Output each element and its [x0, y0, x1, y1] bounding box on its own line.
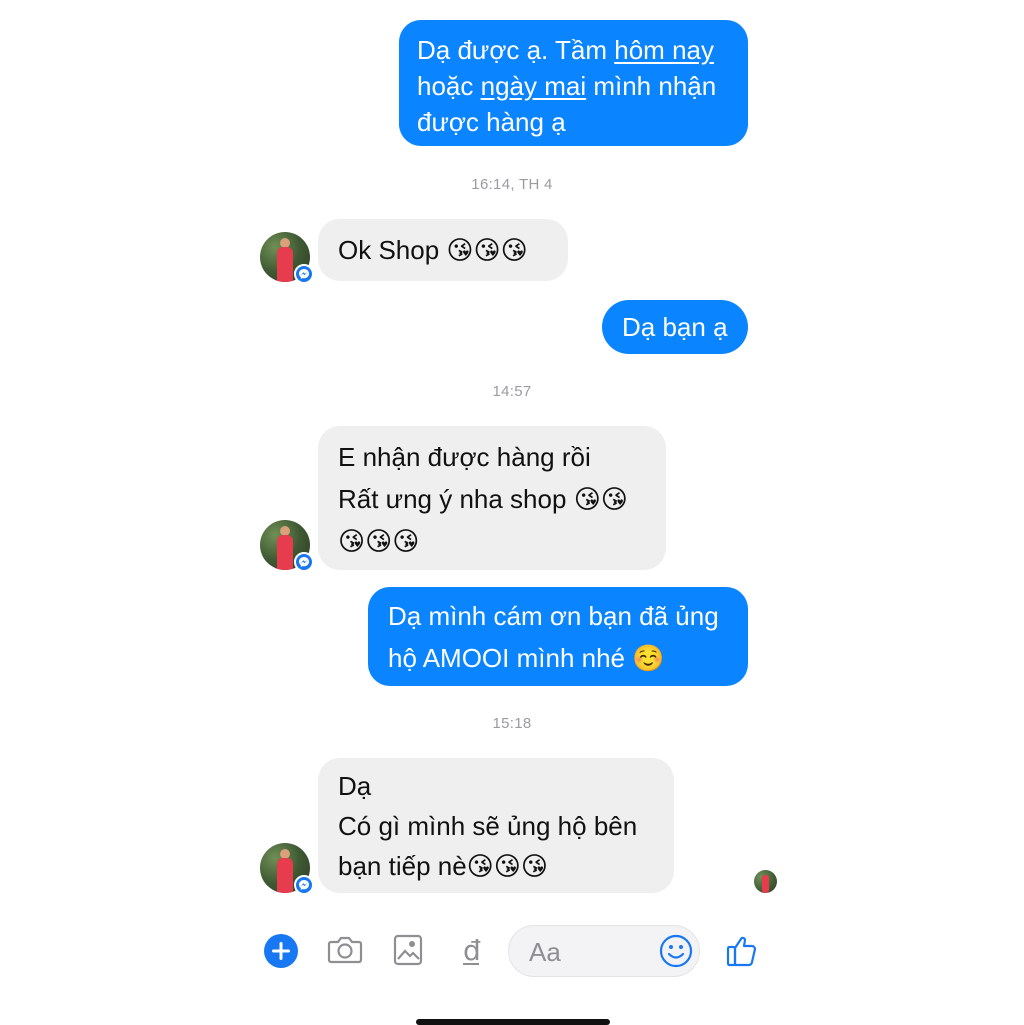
message-input[interactable]: Aa: [508, 925, 700, 977]
outgoing-message[interactable]: Dạ được ạ. Tầm hôm nay hoặc ngày mai mìn…: [399, 20, 748, 146]
seen-avatar: [754, 870, 777, 893]
kiss-emoji: 😘😘😘: [446, 235, 528, 265]
message-text: Dạ bạn ạ: [622, 312, 728, 342]
incoming-message[interactable]: Dạ Có gì mình sẽ ủng hộ bên bạn tiếp nè😘…: [318, 758, 674, 893]
home-indicator: [416, 1019, 610, 1025]
timestamp: 15:18: [492, 715, 532, 732]
message-line: Dạ: [338, 771, 372, 801]
timestamp: 14:57: [492, 383, 532, 400]
outgoing-message[interactable]: Dạ mình cám ơn bạn đã ủng hộ AMOOI mình …: [368, 587, 748, 686]
smile-emoji: ☺️: [632, 643, 665, 673]
svg-text:đ: đ: [463, 934, 481, 967]
incoming-message[interactable]: Ok Shop 😘😘😘: [318, 219, 568, 281]
incoming-message[interactable]: E nhận được hàng rồi Rất ưng ý nha shop …: [318, 426, 666, 570]
avatar[interactable]: [260, 232, 314, 284]
messenger-badge-icon: [294, 264, 314, 284]
avatar[interactable]: [260, 520, 314, 572]
message-line: 😘😘😘: [338, 520, 646, 562]
message-line: được hàng ạ: [417, 107, 566, 137]
kiss-emoji: 😘😘😘: [338, 526, 420, 556]
kiss-emoji: 😘😘: [573, 484, 628, 514]
emoji-icon[interactable]: [659, 934, 693, 973]
message-line: bạn tiếp nè😘😘😘: [338, 851, 548, 881]
plus-icon[interactable]: [264, 934, 298, 973]
date-link[interactable]: hôm nay: [614, 35, 714, 65]
message-line: hộ AMOOI mình nhé ☺️: [388, 643, 665, 673]
message-line: hoặc ngày mai mình nhận: [417, 71, 717, 101]
message-line: Rất ưng ý nha shop 😘😘: [338, 484, 628, 514]
messenger-badge-icon: [294, 875, 314, 895]
photo-icon[interactable]: [393, 934, 423, 971]
kiss-emoji: 😘😘😘: [466, 851, 548, 881]
thumbs-up-icon[interactable]: [726, 933, 758, 972]
camera-icon[interactable]: [327, 934, 363, 971]
message-text: Ok Shop: [338, 235, 440, 265]
message-line: Dạ được ạ. Tầm hôm nay: [417, 35, 714, 65]
message-line: E nhận được hàng rồi: [338, 442, 591, 472]
message-input-placeholder: Aa: [529, 937, 561, 967]
message-line: Có gì mình sẽ ủng hộ bên: [338, 811, 638, 841]
avatar[interactable]: [260, 843, 314, 895]
dong-currency-icon[interactable]: đ: [461, 934, 483, 973]
date-link[interactable]: ngày mai: [481, 71, 587, 101]
message-line: Dạ mình cám ơn bạn đã ủng: [388, 601, 719, 631]
outgoing-message[interactable]: Dạ bạn ạ: [602, 300, 748, 354]
timestamp: 16:14, TH 4: [471, 176, 553, 193]
messenger-badge-icon: [294, 552, 314, 572]
